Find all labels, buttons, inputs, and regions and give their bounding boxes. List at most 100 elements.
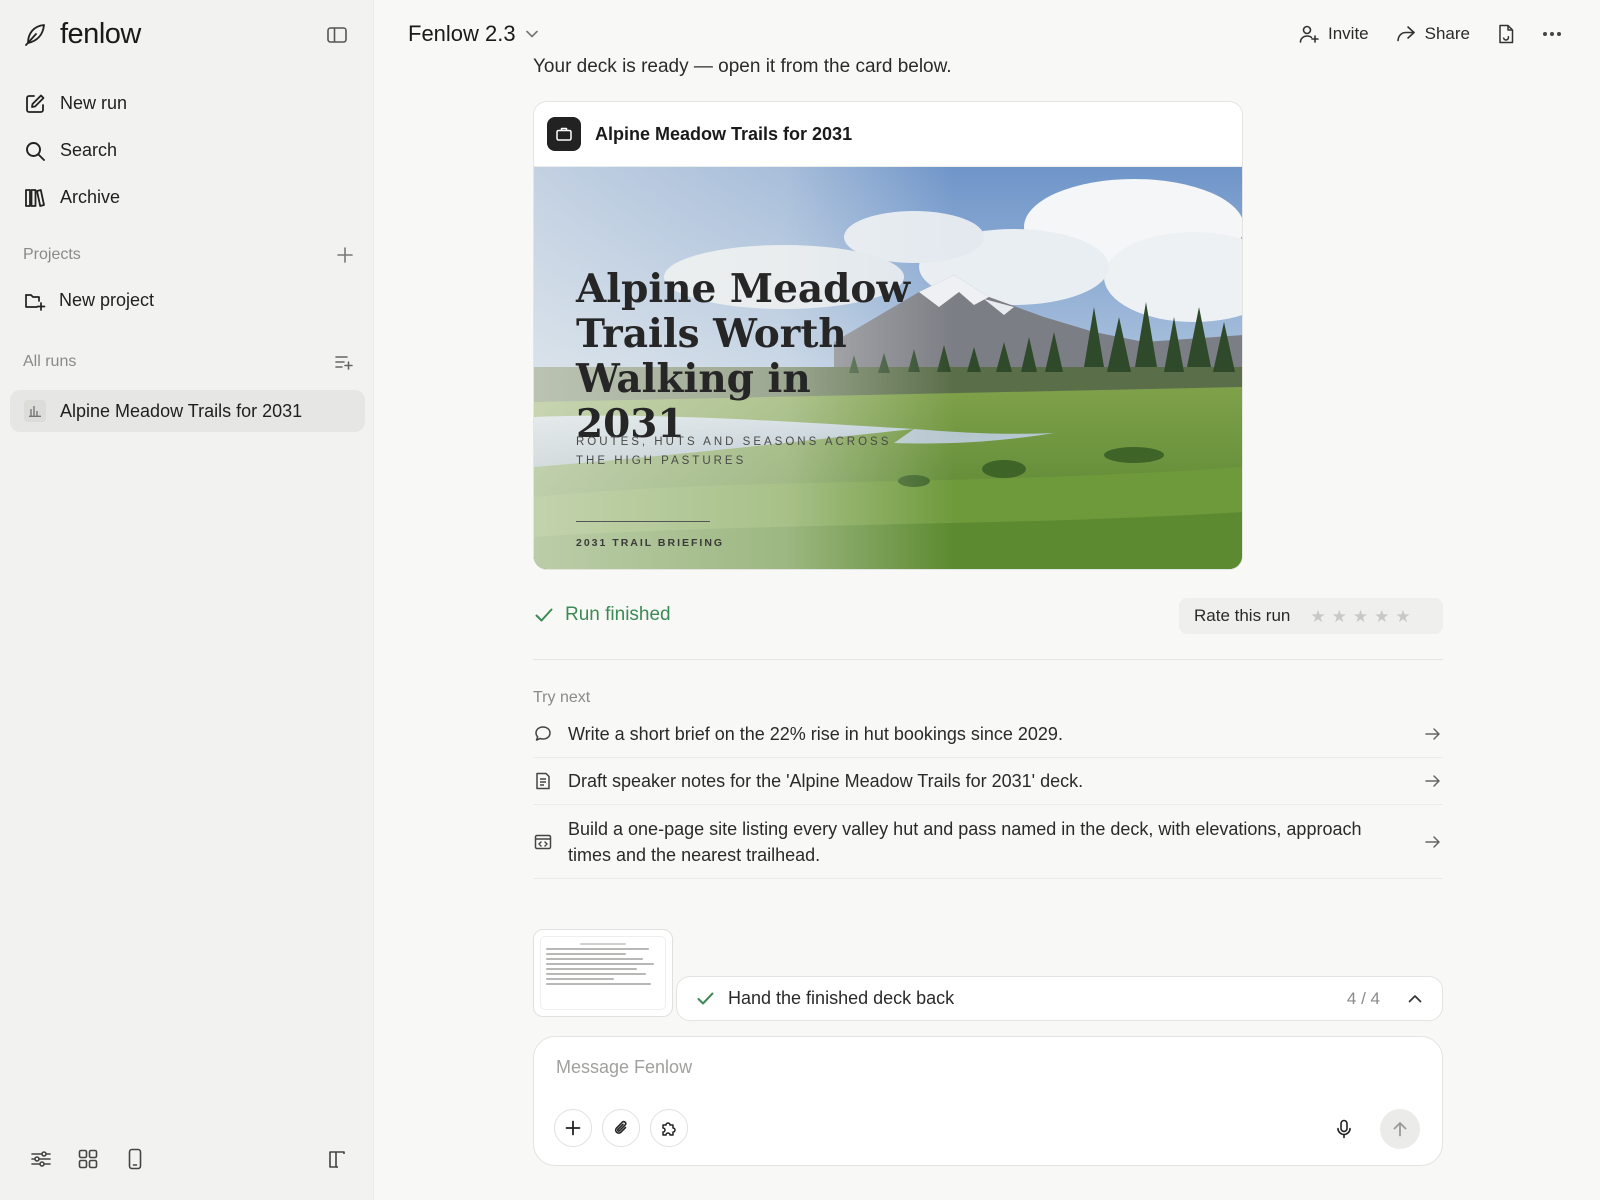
deck-card-header: Alpine Meadow Trails for 2031 — [534, 102, 1242, 167]
star-icon[interactable]: ★ — [1395, 608, 1410, 625]
suggestion-list: Write a short brief on the 22% rise in h… — [533, 710, 1443, 879]
voice-input-button[interactable] — [1332, 1117, 1356, 1141]
apps-grid-button[interactable] — [75, 1146, 101, 1172]
plus-icon — [337, 247, 353, 263]
deck-cover-slide: Alpine Meadow Trails Worth Walking in 20… — [534, 167, 1242, 569]
task-progress-count: 4 / 4 — [1346, 988, 1380, 1008]
model-name: Fenlow 2.3 — [408, 21, 516, 46]
all-runs-label: All runs — [23, 353, 77, 370]
deck-card[interactable]: Alpine Meadow Trails for 2031 Alpine Mea… — [533, 101, 1243, 570]
new-project-label: New project — [59, 290, 155, 310]
arrow-right-icon — [1423, 771, 1443, 791]
brand-name: fenlow — [60, 18, 141, 50]
ellipsis-icon — [1543, 32, 1561, 36]
run-status-label: Run finished — [565, 604, 671, 625]
document-preview-thumbnail[interactable] — [533, 929, 673, 1017]
document-preview — [540, 936, 666, 1010]
run-item-alpine-meadow[interactable]: Alpine Meadow Trails for 2031 — [10, 390, 365, 432]
sidebar-nav: New run Search Archive — [12, 80, 364, 221]
grid-icon — [78, 1149, 98, 1169]
leaf-logo-icon — [24, 23, 46, 47]
send-button[interactable] — [1380, 1109, 1420, 1149]
suggestion-text: Build a one-page site listing every vall… — [568, 818, 1362, 865]
suggestion-text: Write a short brief on the 22% rise in h… — [568, 723, 1063, 744]
star-rating: ★ ★ ★ ★ ★ — [1310, 608, 1410, 625]
document-icon — [533, 771, 553, 791]
more-options-button[interactable] — [1542, 20, 1562, 48]
share-button[interactable]: Share — [1396, 20, 1470, 48]
deck-title: Alpine Meadow Trails for 2031 — [595, 123, 853, 144]
slide-subtitle: ROUTES, HUTS AND SEASONS ACROSS THE HIGH… — [576, 436, 892, 467]
sidebar-panel-icon — [327, 27, 347, 43]
share-arrow-icon — [1396, 26, 1415, 42]
star-icon[interactable]: ★ — [1374, 608, 1389, 625]
chevron-up-icon — [1408, 995, 1422, 1003]
brand[interactable]: fenlow — [24, 18, 141, 51]
arrow-up-icon — [1393, 1122, 1407, 1137]
filter-runs-button[interactable] — [335, 354, 353, 370]
sidebar: fenlow New run Search Archive Projects N… — [0, 0, 374, 1200]
star-icon[interactable]: ★ — [1353, 608, 1368, 625]
mobile-app-button[interactable] — [122, 1146, 148, 1172]
sliders-icon — [31, 1151, 51, 1167]
assistant-message: Your deck is ready — open it from the ca… — [533, 56, 952, 77]
file-button[interactable] — [1497, 20, 1515, 48]
arrow-right-icon — [1423, 832, 1443, 852]
nav-search[interactable]: Search — [12, 127, 364, 174]
add-project-button[interactable] — [337, 247, 353, 263]
section-divider — [533, 659, 1443, 660]
run-item-label: Alpine Meadow Trails for 2031 — [60, 400, 303, 421]
add-button[interactable] — [554, 1109, 592, 1147]
new-project-button[interactable]: New project — [24, 290, 154, 311]
suggestion-item[interactable]: Build a one-page site listing every vall… — [533, 805, 1443, 879]
file-icon — [1499, 24, 1514, 44]
suggestion-item[interactable]: Write a short brief on the 22% rise in h… — [533, 710, 1443, 758]
phone-icon — [128, 1148, 142, 1170]
run-status-row: Run finished Rate this run ★ ★ ★ ★ ★ — [533, 598, 1443, 634]
book-panel-button[interactable] — [324, 1146, 350, 1172]
model-selector[interactable]: Fenlow 2.3 — [408, 21, 538, 47]
sidebar-bottom-toolbar — [28, 1146, 350, 1172]
nav-label: Search — [60, 140, 118, 160]
nav-label: New run — [60, 93, 128, 113]
search-icon — [26, 141, 45, 161]
arrow-right-icon — [1423, 724, 1443, 744]
star-icon[interactable]: ★ — [1310, 608, 1325, 625]
nav-label: Archive — [60, 187, 121, 207]
header-actions: Invite Share — [1272, 20, 1562, 48]
slide-divider — [576, 521, 710, 522]
check-icon — [535, 608, 553, 622]
nav-new-run[interactable]: New run — [12, 80, 364, 127]
microphone-icon — [1337, 1119, 1351, 1139]
task-label: Hand the finished deck back — [728, 988, 955, 1008]
book-open-icon — [329, 1151, 345, 1168]
check-icon — [697, 992, 714, 1005]
books-icon — [25, 188, 45, 207]
chevron-down-icon — [525, 30, 538, 38]
sidebar-toggle-button[interactable] — [324, 24, 350, 46]
settings-sliders-button[interactable] — [28, 1146, 54, 1172]
nav-archive[interactable]: Archive — [12, 174, 364, 221]
compose-icon — [26, 94, 45, 113]
attach-button[interactable] — [602, 1109, 640, 1147]
star-icon[interactable]: ★ — [1332, 608, 1347, 625]
task-progress-bar[interactable]: Hand the finished deck back 4 / 4 — [676, 976, 1443, 1021]
suggestion-item[interactable]: Draft speaker notes for the 'Alpine Mead… — [533, 758, 1443, 805]
projects-section-header: Projects — [23, 246, 353, 264]
browser-window-icon — [533, 832, 553, 852]
bar-chart-icon — [24, 400, 46, 422]
try-next-label: Try next — [533, 689, 591, 706]
puzzle-icon — [662, 1122, 676, 1136]
rate-run-widget: Rate this run ★ ★ ★ ★ ★ — [1179, 598, 1443, 634]
invite-label: Invite — [1327, 24, 1369, 43]
slide-title: Alpine Meadow Trails Worth Walking in 20… — [576, 266, 911, 447]
projects-label: Projects — [23, 246, 81, 263]
rate-label: Rate this run — [1194, 606, 1291, 625]
message-input[interactable] — [556, 1057, 1416, 1078]
message-composer — [533, 1036, 1443, 1166]
invite-button[interactable]: Invite — [1299, 20, 1369, 48]
list-filter-icon — [335, 356, 353, 370]
user-plus-icon — [1299, 25, 1319, 43]
plus-icon — [565, 1120, 581, 1136]
extensions-button[interactable] — [650, 1109, 688, 1147]
